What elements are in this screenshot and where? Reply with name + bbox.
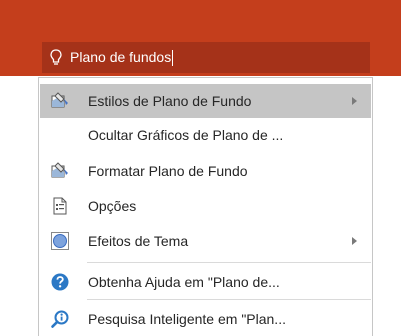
menu-item-theme-effects[interactable]: Efeitos de Tema: [40, 224, 371, 258]
help-icon: [50, 272, 70, 292]
menu-item-get-help[interactable]: Obtenha Ajuda em "Plano de...: [40, 265, 371, 299]
background-styles-icon: [50, 91, 70, 111]
lightbulb-icon: [50, 49, 64, 67]
menu-item-label: Formatar Plano de Fundo: [88, 163, 248, 179]
theme-effects-icon: [50, 231, 70, 251]
menu-item-label: Pesquisa Inteligente em "Plan...: [88, 311, 286, 327]
menu-item-label: Opções: [88, 198, 137, 214]
menu-separator: [87, 299, 371, 300]
options-page-icon: [50, 196, 70, 216]
menu-item-label: Estilos de Plano de Fundo: [88, 93, 252, 109]
menu-item-label: Ocultar Gráficos de Plano de ...: [88, 127, 284, 143]
menu-item-options[interactable]: Opções: [40, 189, 371, 223]
menu-item-background-styles[interactable]: Estilos de Plano de Fundo: [40, 84, 371, 118]
menu-item-hide-background-graphics[interactable]: Ocultar Gráficos de Plano de ...: [40, 118, 371, 152]
submenu-arrow-icon: [352, 97, 357, 105]
search-input[interactable]: Plano de fundos: [70, 49, 174, 67]
menu-item-label: Efeitos de Tema: [88, 233, 189, 249]
menu-item-format-background[interactable]: Formatar Plano de Fundo: [40, 154, 371, 188]
menu-separator: [87, 262, 371, 263]
submenu-arrow-icon: [352, 237, 357, 245]
menu-item-label: Obtenha Ajuda em "Plano de...: [88, 274, 280, 290]
smart-lookup-icon: [50, 309, 70, 329]
menu-item-smart-lookup[interactable]: Pesquisa Inteligente em "Plan...: [40, 302, 371, 336]
text-cursor: [172, 50, 174, 67]
tell-me-search-box[interactable]: Plano de fundos: [42, 42, 370, 73]
search-results-menu: Estilos de Plano de Fundo Ocultar Gráfic…: [38, 77, 373, 336]
format-background-icon: [50, 161, 70, 181]
